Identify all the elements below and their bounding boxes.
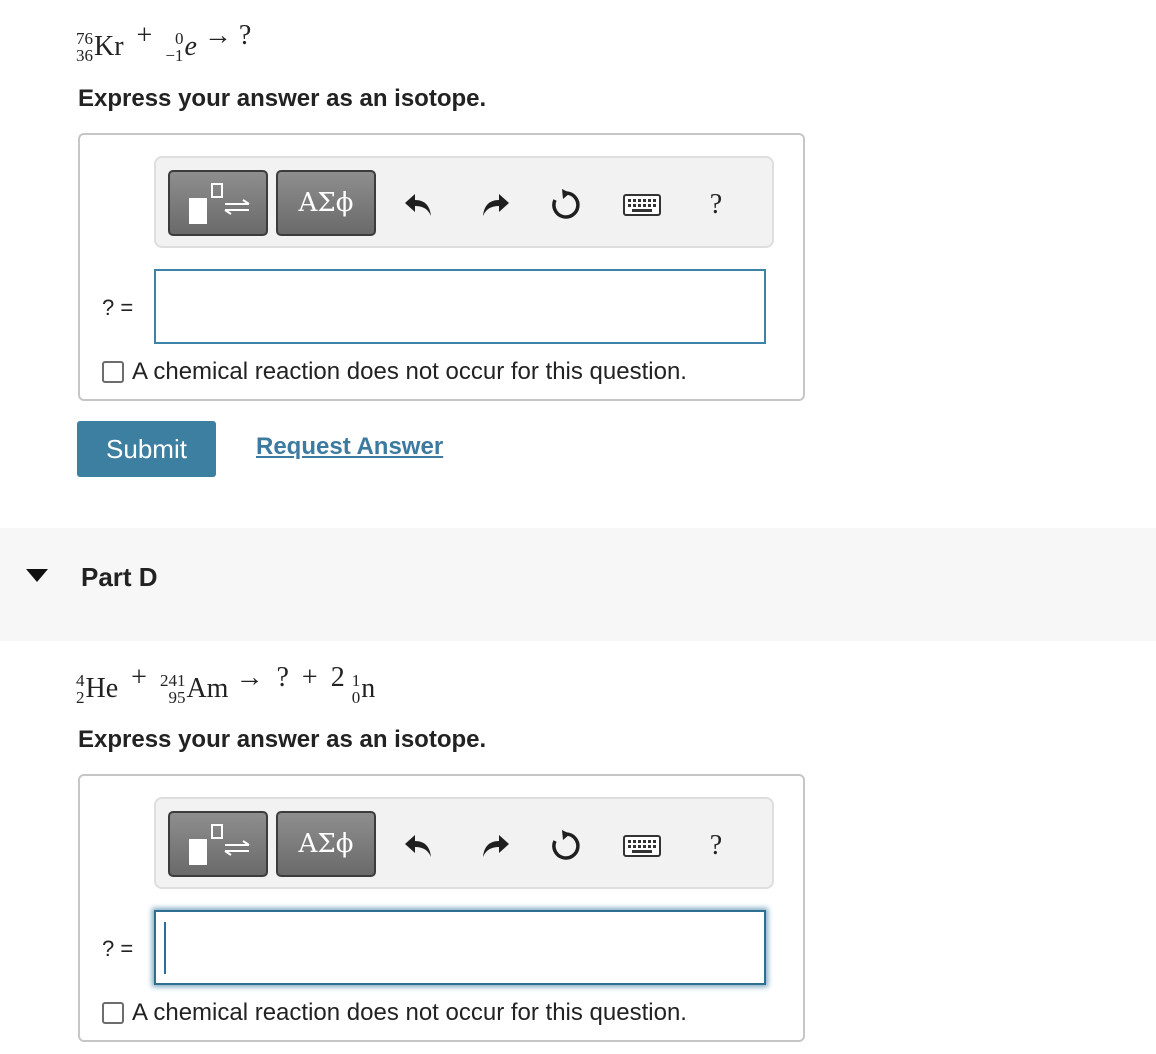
he-symbol: He [85, 673, 119, 704]
am-symbol: Am [186, 673, 229, 704]
greek-symbols-button[interactable]: ΑΣϕ [276, 811, 376, 877]
checkbox-box[interactable] [102, 1002, 124, 1024]
electron-particle: 0 −1 e [165, 30, 197, 64]
e-mass: 0 [174, 29, 184, 48]
kr-mass: 76 [76, 29, 93, 48]
he-mass: 4 [76, 671, 85, 690]
keyboard-icon[interactable] [622, 829, 662, 863]
krypton-isotope: 76 36 Kr [76, 30, 124, 64]
reaction-arrow: → [203, 20, 232, 51]
helium-isotope: 42 He [76, 672, 118, 706]
part-c-instruction: Express your answer as an isotope. [78, 85, 487, 112]
collapse-triangle-icon[interactable] [26, 569, 48, 582]
kr-symbol: Kr [94, 31, 124, 62]
e-symbol: e [184, 31, 197, 62]
part-d-header[interactable] [0, 528, 1156, 641]
reset-icon[interactable] [548, 829, 584, 863]
help-icon[interactable]: ? [698, 829, 734, 863]
part-d-instruction: Express your answer as an isotope. [78, 726, 487, 753]
no-reaction-label: A chemical reaction does not occur for t… [132, 358, 687, 385]
part-c-answer-input[interactable] [154, 269, 766, 344]
e-atomic: −1 [165, 46, 184, 65]
templates-icon [189, 183, 250, 224]
templates-button[interactable] [168, 811, 268, 877]
part-d-equation: 42 He + 241 95 Am → ? + 2 10 n [76, 662, 375, 706]
part-c-answer-area: ΑΣϕ ? ? = A chemical reaction does not o… [78, 133, 805, 401]
n-mass: 1 [351, 671, 361, 690]
help-icon[interactable]: ? [698, 188, 734, 222]
math-toolbar: ΑΣϕ ? [154, 156, 774, 248]
keyboard-icon[interactable] [622, 188, 662, 222]
request-answer-link[interactable]: Request Answer [256, 433, 443, 461]
reset-icon[interactable] [548, 188, 584, 222]
he-atomic: 2 [76, 688, 85, 707]
unknown-product: ? [276, 662, 289, 693]
submit-button[interactable]: Submit [77, 421, 216, 477]
part-d-answer-area: ΑΣϕ ? ? = A chemical reaction does not o… [78, 774, 805, 1042]
no-reaction-label: A chemical reaction does not occur for t… [132, 999, 687, 1026]
kr-atomic: 36 [76, 46, 93, 65]
undo-icon[interactable] [400, 188, 436, 222]
no-reaction-checkbox[interactable]: A chemical reaction does not occur for t… [102, 358, 687, 386]
checkbox-box[interactable] [102, 361, 124, 383]
templates-button[interactable] [168, 170, 268, 236]
answer-label: ? = [102, 295, 134, 320]
math-toolbar: ΑΣϕ ? [154, 797, 774, 889]
part-d-title[interactable]: Part D [81, 562, 158, 593]
redo-icon[interactable] [478, 188, 514, 222]
part-c-equation: 76 36 Kr + 0 −1 e → ? [76, 20, 251, 64]
reaction-arrow: → [235, 662, 264, 693]
plus-sign-2: + [301, 662, 318, 693]
neutron-particle: 10 n [352, 672, 376, 706]
n-symbol: n [361, 673, 376, 704]
no-reaction-checkbox[interactable]: A chemical reaction does not occur for t… [102, 999, 687, 1027]
neutron-coefficient: 2 [330, 662, 345, 693]
am-atomic: 95 [168, 688, 186, 707]
undo-icon[interactable] [400, 829, 436, 863]
answer-label: ? = [102, 936, 134, 961]
text-caret [164, 922, 166, 974]
templates-icon [189, 824, 250, 865]
unknown-product: ? [238, 20, 252, 51]
plus-sign: + [136, 20, 153, 51]
redo-icon[interactable] [478, 829, 514, 863]
plus-sign-1: + [131, 662, 147, 693]
am-mass: 241 [159, 671, 186, 690]
n-atomic: 0 [351, 688, 361, 707]
part-d-answer-input[interactable] [154, 910, 766, 985]
greek-symbols-button[interactable]: ΑΣϕ [276, 170, 376, 236]
americium-isotope: 241 95 Am [160, 672, 229, 706]
